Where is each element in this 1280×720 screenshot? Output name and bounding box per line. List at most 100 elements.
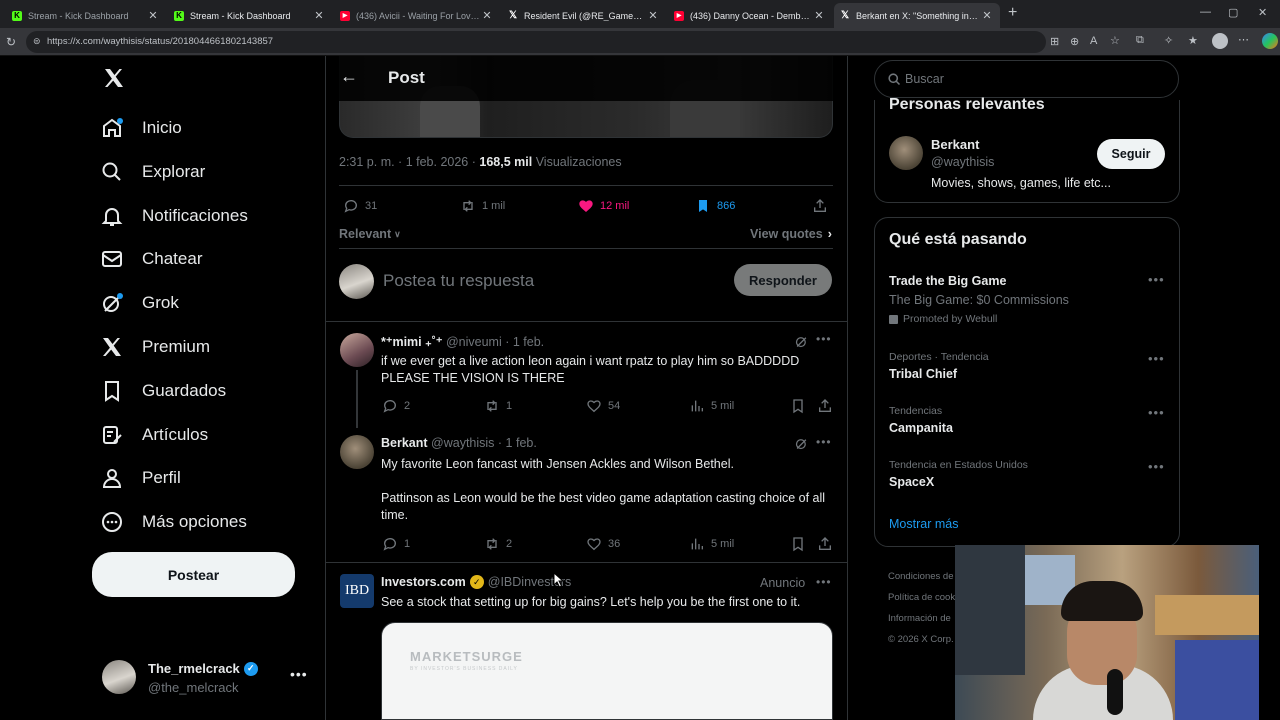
trend-title[interactable]: Campanita — [889, 421, 953, 435]
ad-author-name[interactable]: Investors.com — [381, 575, 466, 589]
views-action[interactable]: 5 mil — [689, 398, 734, 414]
post-timestamp[interactable]: 2:31 p. m. · 1 feb. 2026 · — [339, 155, 476, 169]
browser-tab[interactable]: ▶ (436) Avicii - Waiting For Love (Ly ✕ — [334, 3, 500, 28]
nav-item-inicio[interactable]: Inicio — [100, 108, 182, 148]
trend-title[interactable]: Tribal Chief — [889, 367, 957, 381]
ad-image[interactable]: MARKETSURGE BY INVESTOR'S BUSINESS DAILY — [381, 622, 833, 720]
like-action[interactable]: 36 — [586, 536, 620, 552]
repost-action[interactable]: 1 mil — [460, 198, 505, 214]
close-tab-icon[interactable]: ✕ — [646, 9, 660, 22]
nav-item-perfil[interactable]: Perfil — [100, 458, 181, 498]
favorites-icon[interactable]: ★ — [1188, 34, 1198, 47]
close-tab-icon[interactable]: ✕ — [812, 9, 826, 22]
close-tab-icon[interactable]: ✕ — [480, 9, 494, 22]
maximize-icon[interactable]: ▢ — [1228, 6, 1238, 19]
back-arrow-icon[interactable]: ← — [340, 66, 358, 87]
trend-more-icon[interactable]: ••• — [1148, 459, 1165, 474]
person-name[interactable]: Berkant — [931, 137, 979, 152]
view-quotes-link[interactable]: View quotes › — [750, 227, 832, 241]
footer-link[interactable]: Política de cook — [888, 587, 955, 608]
trend-title[interactable]: SpaceX — [889, 475, 934, 489]
reply-button[interactable]: Responder — [734, 264, 832, 296]
bookmark-action[interactable] — [790, 398, 812, 414]
more-icon[interactable]: ••• — [816, 332, 832, 346]
browser-menu-icon[interactable]: ⋯ — [1238, 33, 1249, 46]
show-more-link[interactable]: Mostrar más — [889, 517, 958, 531]
browser-tab-active[interactable]: 𝕏 Berkant en X: "Something in the w ✕ — [834, 3, 1000, 28]
site-info-icon[interactable]: ⊜ — [33, 36, 41, 47]
nav-item-articulos[interactable]: Artículos — [100, 415, 208, 455]
nav-item-explorar[interactable]: Explorar — [100, 152, 205, 192]
bookmark-action[interactable] — [790, 536, 812, 552]
like-action[interactable]: 54 — [586, 398, 620, 414]
close-tab-icon[interactable]: ✕ — [146, 9, 160, 22]
zoom-icon[interactable]: ⊕ — [1070, 35, 1079, 48]
share-action[interactable] — [812, 198, 834, 214]
trend-more-icon[interactable]: ••• — [1148, 272, 1165, 287]
nav-item-premium[interactable]: Premium — [100, 327, 210, 367]
views-action[interactable]: 5 mil — [689, 536, 734, 552]
reply-action[interactable]: 2 — [382, 398, 410, 414]
minimize-icon[interactable]: — — [1200, 6, 1211, 18]
close-tab-icon[interactable]: ✕ — [980, 9, 994, 22]
nav-item-mas-opciones[interactable]: Más opciones — [100, 502, 247, 542]
bookmark-action[interactable]: 866 — [695, 198, 735, 214]
account-switcher[interactable]: The_rmelcrack ✓ @the_melcrack ••• — [100, 658, 312, 698]
browser-tab[interactable]: 𝕏 Resident Evil (@RE_Games) / X ✕ — [502, 3, 666, 28]
reply-date[interactable]: · 1 feb. — [498, 436, 537, 450]
nav-item-grok[interactable]: Grok — [100, 283, 179, 323]
nav-item-guardados[interactable]: Guardados — [100, 371, 226, 411]
share-action[interactable] — [817, 398, 839, 414]
account-more-icon[interactable]: ••• — [290, 666, 308, 682]
nav-item-chatear[interactable]: Chatear — [100, 239, 202, 279]
profile-avatar-icon[interactable] — [1212, 33, 1228, 49]
trend-title[interactable]: Trade the Big Game — [889, 274, 1006, 288]
footer-link[interactable]: Condiciones de — [888, 566, 955, 587]
search-input[interactable]: Buscar — [905, 72, 944, 86]
grok-icon[interactable] — [794, 436, 809, 451]
repost-action[interactable]: 1 — [484, 398, 512, 414]
ad-avatar[interactable]: IBD — [340, 574, 374, 608]
reply-input[interactable]: Postea tu respuesta — [383, 271, 534, 291]
follow-button[interactable]: Seguir — [1097, 139, 1165, 169]
reply-author-handle[interactable]: @niveumi — [446, 335, 502, 349]
like-action[interactable]: 12 mil — [578, 198, 629, 214]
url-field[interactable]: ⊜ https://x.com/waythisis/status/2018044… — [26, 31, 1046, 53]
sort-dropdown[interactable]: Relevant ∨ — [339, 227, 401, 241]
nav-item-notificaciones[interactable]: Notificaciones — [100, 196, 248, 236]
post-button[interactable]: Postear — [92, 552, 295, 597]
reply-date[interactable]: · 1 feb. — [505, 335, 544, 349]
avatar[interactable] — [340, 333, 374, 367]
trend-more-icon[interactable]: ••• — [1148, 405, 1165, 420]
repost-action[interactable]: 2 — [484, 536, 512, 552]
browser-tab[interactable]: ▶ (436) Danny Ocean - Dembow (Of ✕ — [668, 3, 832, 28]
search-box[interactable]: Buscar — [874, 60, 1179, 98]
close-tab-icon[interactable]: ✕ — [312, 9, 326, 22]
trend-more-icon[interactable]: ••• — [1148, 351, 1165, 366]
new-tab-icon[interactable]: + — [1008, 4, 1017, 22]
person-handle[interactable]: @waythisis — [931, 155, 994, 169]
app-icon[interactable]: ⊞ — [1050, 35, 1059, 48]
copilot-icon[interactable] — [1262, 33, 1278, 49]
avatar[interactable] — [889, 136, 923, 170]
extensions-icon[interactable]: ✧ — [1164, 34, 1173, 47]
share-action[interactable] — [817, 536, 839, 552]
close-window-icon[interactable]: ✕ — [1258, 6, 1267, 19]
grok-icon[interactable] — [794, 334, 809, 349]
reply-author-handle[interactable]: @waythisis — [431, 436, 494, 450]
read-aloud-icon[interactable]: A — [1090, 35, 1097, 47]
extension-icon[interactable]: ⧉ — [1136, 34, 1144, 47]
reply-action[interactable]: 1 — [382, 536, 410, 552]
browser-tab[interactable]: K Stream - Kick Dashboard ✕ — [168, 3, 332, 28]
reload-icon[interactable]: ↻ — [6, 35, 16, 49]
reply-action[interactable]: 31 — [343, 198, 377, 214]
footer-link[interactable]: Información de — [888, 608, 955, 629]
avatar[interactable] — [340, 435, 374, 469]
x-logo-icon[interactable] — [102, 66, 126, 95]
reply-author-name[interactable]: Berkant — [381, 436, 428, 450]
more-icon[interactable]: ••• — [816, 435, 832, 449]
reply-author-name[interactable]: *⁺mimi ₊˚⁺ — [381, 335, 442, 349]
favorite-star-icon[interactable]: ☆ — [1110, 34, 1120, 47]
more-icon[interactable]: ••• — [816, 575, 832, 589]
browser-tab[interactable]: K Stream - Kick Dashboard ✕ — [6, 3, 166, 28]
